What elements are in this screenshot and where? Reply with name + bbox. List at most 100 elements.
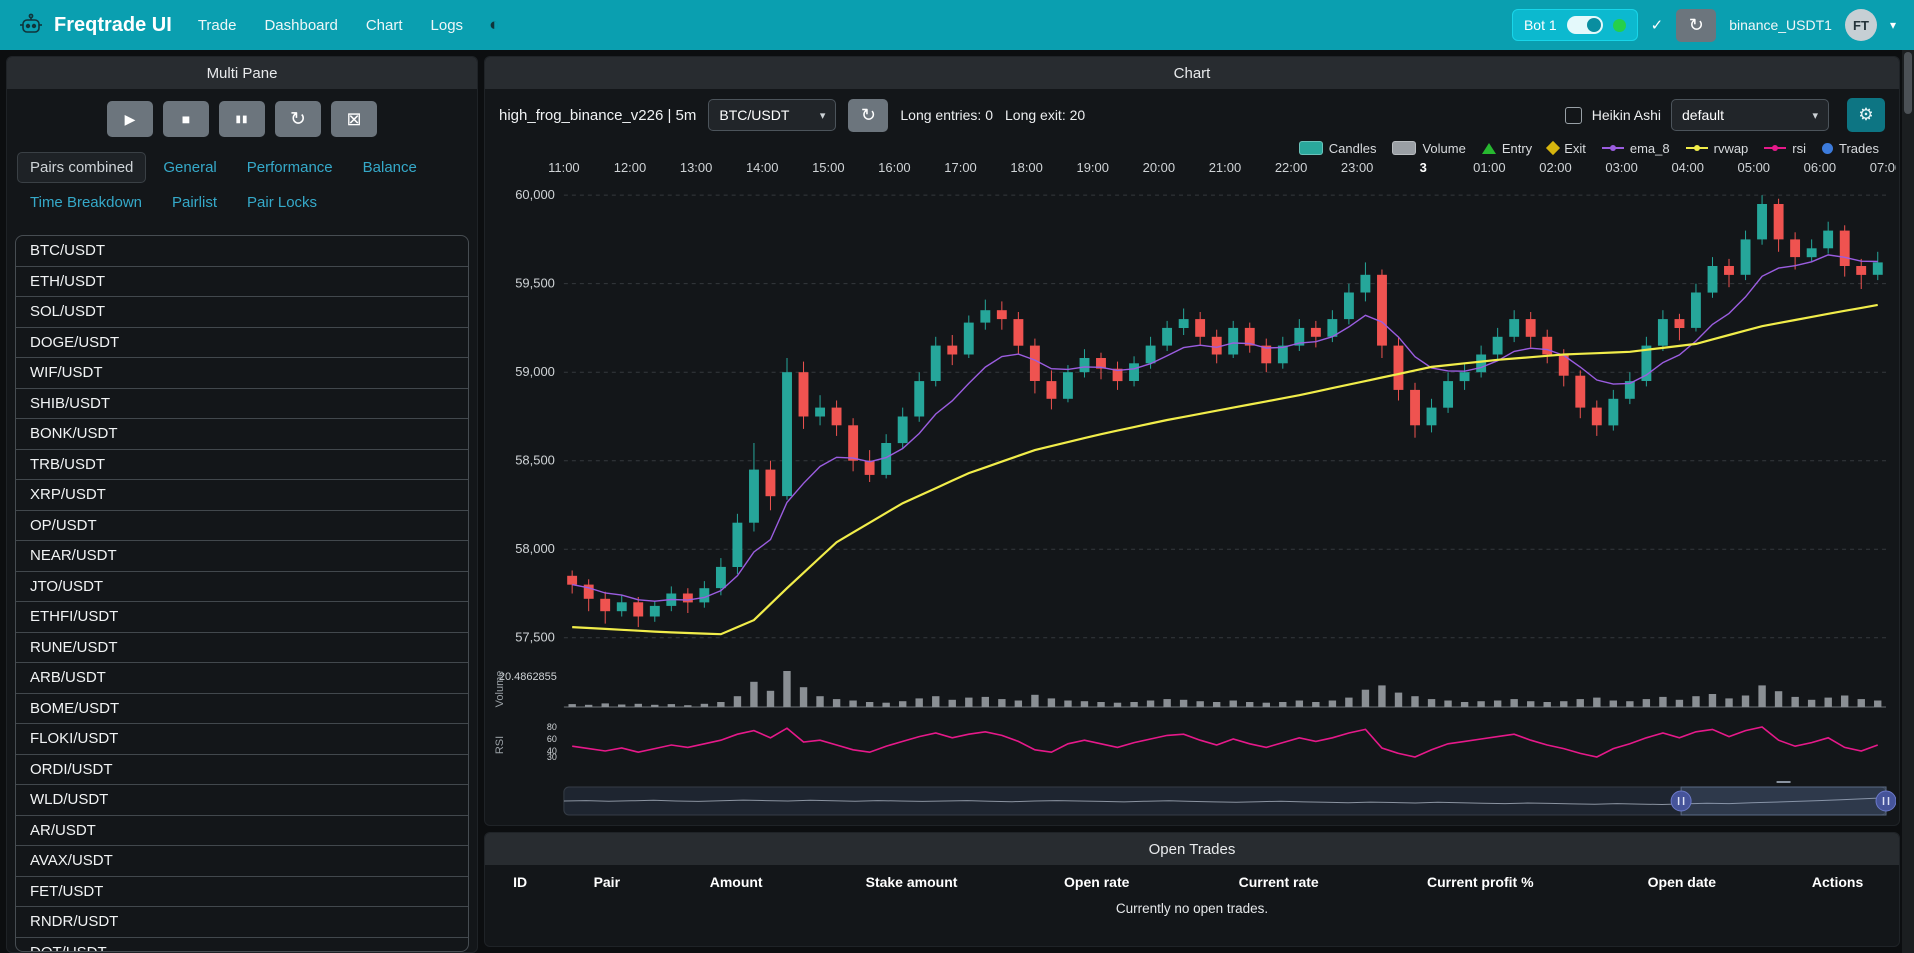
legend-label: Exit [1564,141,1586,156]
bot-controls-toolbar: ▶ ■ ▮▮ ↻ ⊠ [7,101,477,137]
svg-text:58,000: 58,000 [515,541,555,556]
tab-general[interactable]: General [150,152,229,183]
legend-item-ema_8[interactable]: ema_8 [1602,141,1670,156]
pair-list-item[interactable]: RUNE/USDT [16,633,468,664]
reload-button[interactable]: ↻ [1676,9,1716,42]
nav-item-trade[interactable]: Trade [198,17,237,34]
tab-pairlist[interactable]: Pairlist [159,187,230,218]
candlestick-chart[interactable]: 57,50058,00058,50059,00059,50060,00011:0… [488,159,1896,819]
legend-item-rvwap[interactable]: rvwap [1686,141,1749,156]
tab-balance[interactable]: Balance [350,152,430,183]
pair-list-item[interactable]: DOT/USDT [16,938,468,953]
pair-list-item[interactable]: BTC/USDT [16,236,468,267]
plot-config-select[interactable]: default ▾ [1671,99,1829,131]
pair-list-item[interactable]: ETH/USDT [16,267,468,298]
exchange-login-label: binance_USDT1 [1729,17,1832,33]
pause-button[interactable]: ▮▮ [219,101,265,137]
pair-select[interactable]: BTC/USDT ▾ [708,99,836,131]
pair-list-item[interactable]: OP/USDT [16,511,468,542]
navigator-selection[interactable] [1681,787,1886,815]
svg-text:14:00: 14:00 [746,160,778,175]
line-swatch [1686,142,1708,154]
pair-list-item[interactable]: FET/USDT [16,877,468,908]
pair-list-item[interactable]: ORDI/USDT [16,755,468,786]
heikin-ashi-checkbox[interactable] [1565,107,1582,124]
nav-item-dashboard[interactable]: Dashboard [264,17,337,34]
trades-marker-icon [1822,143,1833,154]
svg-text:30: 30 [547,752,557,762]
clear-chart-button[interactable]: ⊠ [331,101,377,137]
pair-list-item[interactable]: WLD/USDT [16,785,468,816]
tab-performance[interactable]: Performance [234,152,346,183]
svg-text:60,000: 60,000 [515,187,555,202]
legend-label: Trades [1839,141,1879,156]
legend-item-trades[interactable]: Trades [1822,141,1879,156]
svg-text:17:00: 17:00 [944,160,976,175]
chart-refresh-button[interactable]: ↻ [848,99,888,132]
nav-item-chart[interactable]: Chart [366,17,403,34]
legend-item-exit[interactable]: Exit [1548,141,1586,156]
legend-item-rsi[interactable]: rsi [1764,141,1806,156]
play-button[interactable]: ▶ [107,101,153,137]
freqtrade-logo-icon [18,12,44,38]
brand[interactable]: Freqtrade UI [18,12,172,38]
pair-list-item[interactable]: AVAX/USDT [16,846,468,877]
pair-list-item[interactable]: FLOKI/USDT [16,724,468,755]
left-tabs-row1: Pairs combinedGeneralPerformanceBalance [7,137,477,183]
pair-list-item[interactable]: ARB/USDT [16,663,468,694]
stop-button[interactable]: ■ [163,101,209,137]
svg-text:20.4862855: 20.4862855 [499,671,557,683]
pair-list-item[interactable]: SHIB/USDT [16,389,468,420]
legend-swatch [1392,141,1416,155]
legend-item-candles[interactable]: Candles [1299,141,1377,156]
pair-list-item[interactable]: WIF/USDT [16,358,468,389]
navigator-handle[interactable] [1876,791,1896,811]
bot-selector[interactable]: Bot 1 [1512,9,1638,41]
plot-settings-button[interactable]: ⚙ [1847,98,1885,132]
svg-text:60: 60 [547,734,557,744]
heikin-ashi-label: Heikin Ashi [1592,107,1661,123]
legend-item-volume[interactable]: Volume [1392,141,1465,156]
column-header-current-profit-%: Current profit % [1373,865,1588,896]
svg-text:23:00: 23:00 [1341,160,1373,175]
avatar[interactable]: FT [1845,9,1877,41]
pair-list-item[interactable]: RNDR/USDT [16,907,468,938]
tab-pairs-combined[interactable]: Pairs combined [17,152,146,183]
window-scrollbar[interactable] [1902,50,1914,953]
pair-list-item[interactable]: NEAR/USDT [16,541,468,572]
nav-item-logs[interactable]: Logs [431,17,464,34]
legend-label: rsi [1792,141,1806,156]
svg-text:59,500: 59,500 [515,276,555,291]
refresh-icon: ↻ [290,108,306,131]
legend-item-entry[interactable]: Entry [1482,141,1532,156]
pair-list-item[interactable]: BOME/USDT [16,694,468,725]
svg-text:12:00: 12:00 [614,160,646,175]
navigator-handle[interactable] [1671,791,1691,811]
svg-text:03:00: 03:00 [1605,160,1637,175]
scrollbar-thumb[interactable] [1904,52,1912,114]
svg-text:80: 80 [547,722,557,732]
svg-text:21:00: 21:00 [1209,160,1241,175]
theme-toggle-icon[interactable]: ◐ [489,15,499,35]
svg-text:3: 3 [1420,160,1427,175]
pair-select-value: BTC/USDT [719,107,789,123]
pair-list-item[interactable]: JTO/USDT [16,572,468,603]
legend-label: Volume [1422,141,1465,156]
svg-text:58,500: 58,500 [515,453,555,468]
open-trades-panel: Open Trades IDPairAmountStake amountOpen… [484,832,1900,947]
chevron-down-icon[interactable]: ▾ [1890,18,1896,32]
svg-text:13:00: 13:00 [680,160,712,175]
bot-toggle[interactable] [1567,16,1603,34]
chart-controls: high_frog_binance_v226 | 5m BTC/USDT ▾ ↻… [485,89,1899,134]
pair-list-item[interactable]: SOL/USDT [16,297,468,328]
pair-list-item[interactable]: DOGE/USDT [16,328,468,359]
refresh-button[interactable]: ↻ [275,101,321,137]
pair-list-item[interactable]: BONK/USDT [16,419,468,450]
tab-pair-locks[interactable]: Pair Locks [234,187,330,218]
pair-list-item[interactable]: XRP/USDT [16,480,468,511]
tab-time-breakdown[interactable]: Time Breakdown [17,187,155,218]
left-tabs-row2: Time BreakdownPairlistPair Locks [7,183,477,218]
pair-list-item[interactable]: ETHFI/USDT [16,602,468,633]
pair-list-item[interactable]: AR/USDT [16,816,468,847]
pair-list-item[interactable]: TRB/USDT [16,450,468,481]
